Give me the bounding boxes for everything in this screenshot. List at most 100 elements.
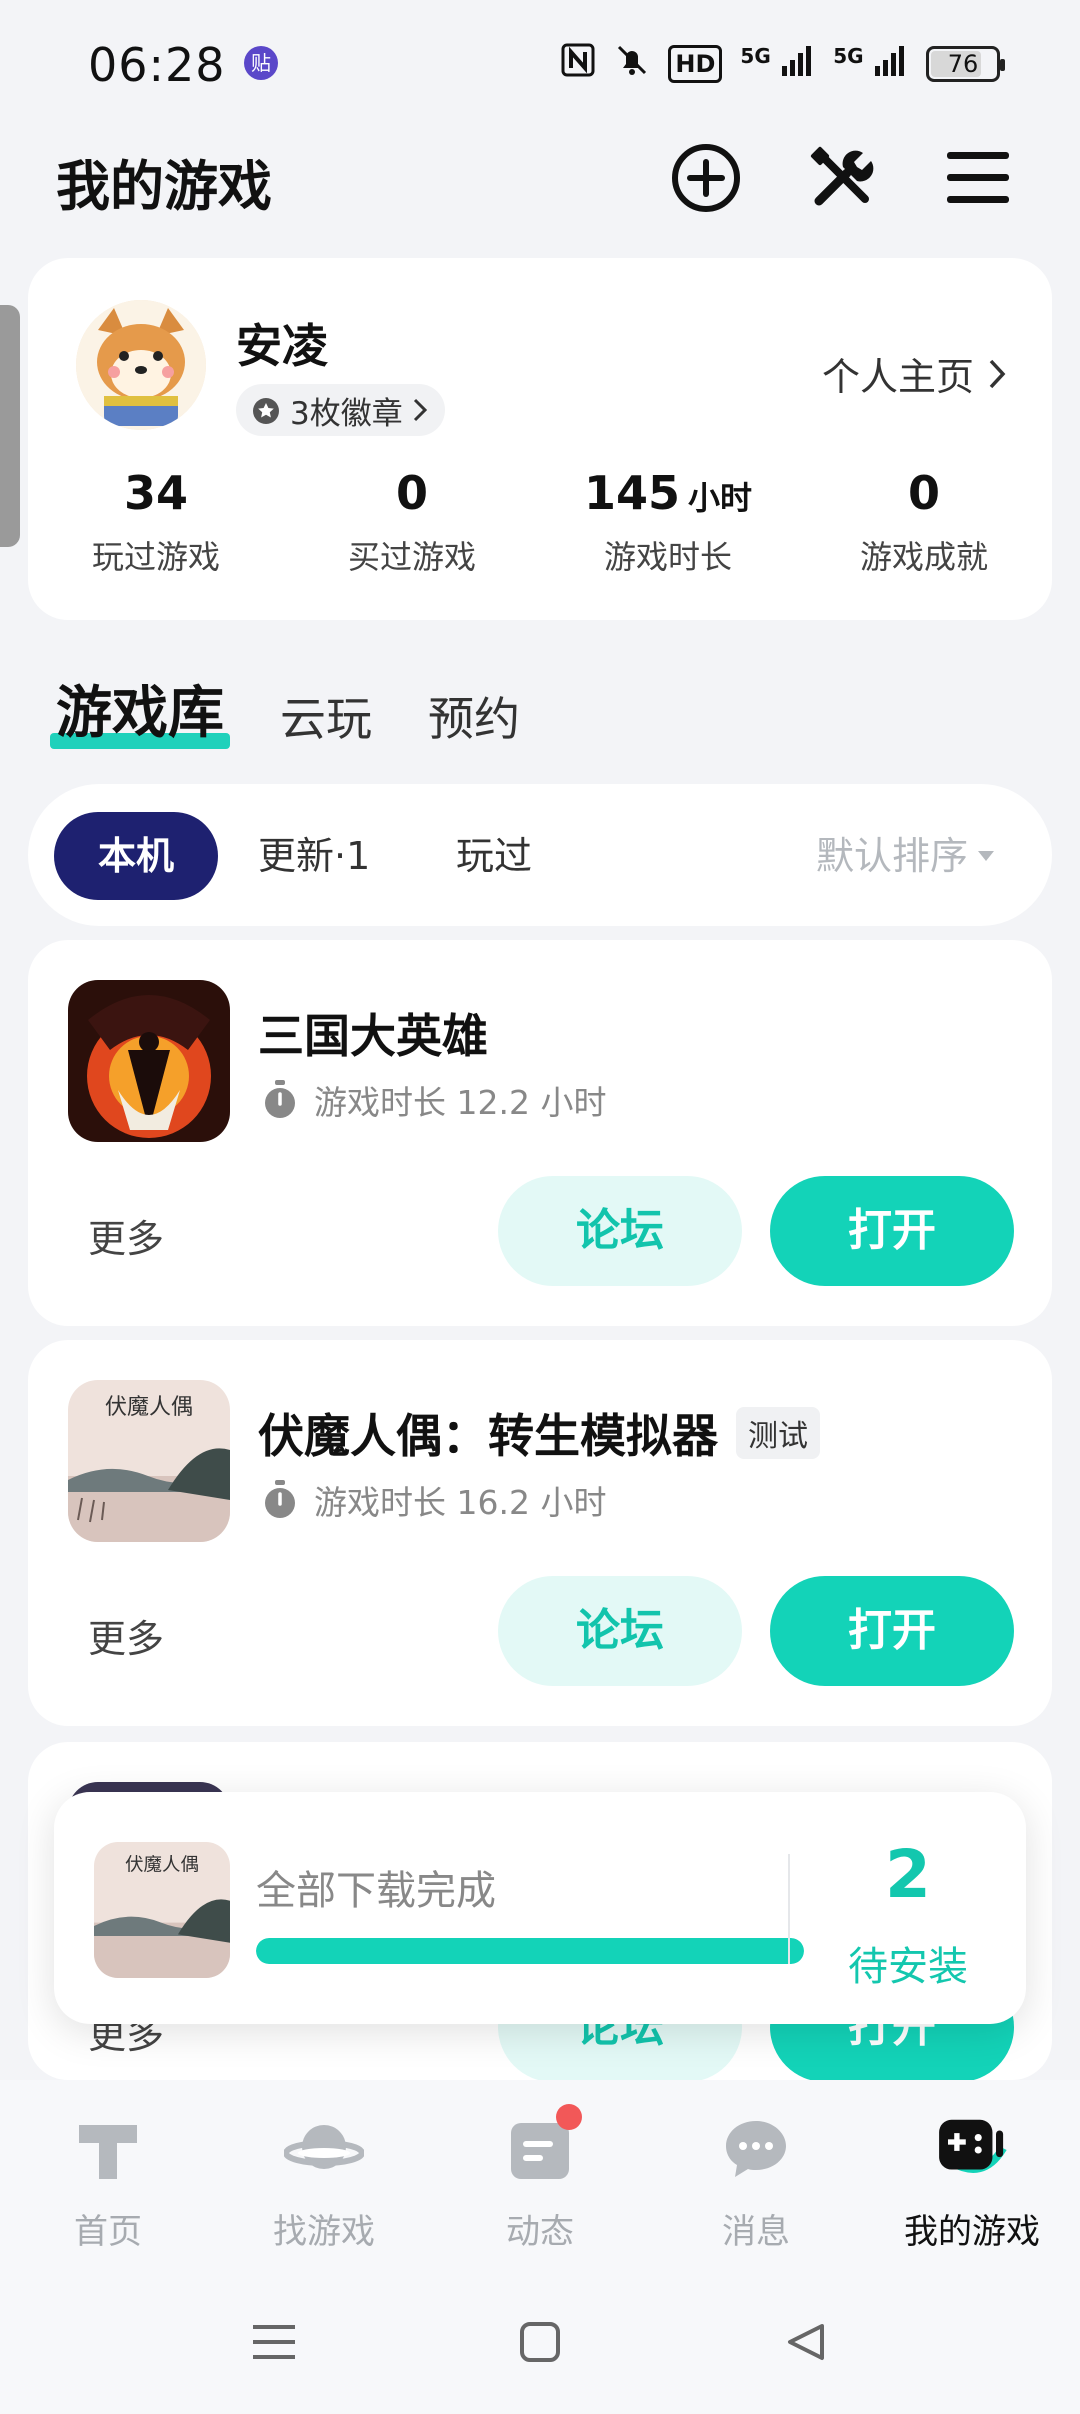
menu-button[interactable] xyxy=(938,138,1018,218)
homepage-link[interactable]: 个人主页 xyxy=(822,346,1008,401)
game-icon: 伏魔人偶 xyxy=(68,1380,230,1542)
test-tag: 测试 xyxy=(736,1407,820,1459)
more-button[interactable]: 更多 xyxy=(88,1608,164,1663)
status-time: 06:28 xyxy=(88,38,226,92)
network-label: 5G xyxy=(833,44,864,68)
recent-apps-button[interactable] xyxy=(242,2310,306,2374)
game-icon-text: 伏魔人偶 xyxy=(125,1855,199,1876)
page-title: 我的游戏 xyxy=(56,155,272,218)
badges-label: 3枚徽章 xyxy=(290,395,403,432)
stat-bought-games[interactable]: 0 买过游戏 xyxy=(284,466,540,578)
planet-icon xyxy=(284,2110,364,2190)
sort-dropdown[interactable]: 默认排序 xyxy=(816,812,994,900)
network-label: 5G xyxy=(740,44,771,68)
chat-icon xyxy=(716,2110,796,2190)
download-game-icon: 伏魔人偶 xyxy=(94,1842,230,1978)
stat-label: 玩过游戏 xyxy=(91,538,220,576)
filter-local[interactable]: 本机 xyxy=(54,812,218,900)
stopwatch-icon xyxy=(265,1080,295,1118)
stat-label: 游戏时长 xyxy=(603,538,732,576)
pending-install-label[interactable]: 待安装 xyxy=(790,1934,1026,1992)
game-title: 三国大英雄 xyxy=(258,1000,488,1066)
filter-updates[interactable]: 更新·1 xyxy=(258,812,370,900)
playtime-row: 游戏时长 16.2 小时 xyxy=(262,1476,606,1524)
stat-value: 34 xyxy=(123,466,188,520)
stat-label: 游戏成就 xyxy=(859,538,988,576)
square-home-icon xyxy=(520,2322,560,2362)
game-icon-text: 伏魔人偶 xyxy=(105,1395,193,1420)
tab-reservations[interactable]: 预约 xyxy=(428,683,520,749)
stat-unit: 小时 xyxy=(688,479,753,517)
stat-played-games[interactable]: 34 玩过游戏 xyxy=(28,466,284,578)
stat-value: 145 xyxy=(583,466,680,520)
bottom-nav: 首页 找游戏 动态 消息 我的游戏 xyxy=(0,2080,1080,2270)
nav-my-games[interactable]: 我的游戏 xyxy=(864,2080,1080,2270)
game-card[interactable]: 三国大英雄 游戏时长 12.2 小时 更多 论坛 打开 xyxy=(28,940,1052,1326)
nav-label: 消息 xyxy=(722,2212,790,2252)
side-drawer-handle[interactable] xyxy=(0,305,20,547)
home-system-button[interactable] xyxy=(508,2310,572,2374)
open-game-button[interactable]: 打开 xyxy=(770,1176,1014,1286)
main-tabs: 游戏库 云玩 预约 xyxy=(50,668,520,749)
sort-label: 默认排序 xyxy=(815,834,968,878)
nav-messages[interactable]: 消息 xyxy=(648,2080,864,2270)
notification-dot xyxy=(556,2104,582,2130)
nav-find-games[interactable]: 找游戏 xyxy=(216,2080,432,2270)
nav-label: 找游戏 xyxy=(273,2212,375,2252)
hd-icon: HD xyxy=(668,45,723,83)
back-system-button[interactable] xyxy=(774,2310,838,2374)
nav-label: 首页 xyxy=(74,2212,142,2252)
stat-value: 0 xyxy=(907,466,940,520)
gamepad-icon xyxy=(932,2110,1012,2190)
profile-card: 安凌 3枚徽章 个人主页 34 玩过游戏 0 买过游戏 145 小时 游戏时长 0… xyxy=(28,258,1052,620)
chevron-right-icon xyxy=(989,359,1006,388)
stat-play-time[interactable]: 145 小时 游戏时长 xyxy=(540,466,796,578)
more-button[interactable]: 更多 xyxy=(88,1208,164,1263)
home-icon xyxy=(68,2110,148,2190)
playtime-text: 游戏时长 16.2 小时 xyxy=(314,1483,607,1522)
tools-icon xyxy=(810,146,874,206)
avatar[interactable] xyxy=(76,300,206,430)
tab-library[interactable]: 游戏库 xyxy=(50,668,230,749)
open-game-button[interactable]: 打开 xyxy=(770,1576,1014,1686)
back-triangle-icon xyxy=(788,2324,824,2360)
filter-bar: 本机 更新·1 玩过 默认排序 xyxy=(28,784,1052,926)
mute-icon xyxy=(614,42,650,86)
stat-label: 买过游戏 xyxy=(347,538,476,576)
playtime-row: 游戏时长 12.2 小时 xyxy=(262,1076,606,1124)
add-icon xyxy=(672,144,740,212)
add-game-button[interactable] xyxy=(666,138,746,218)
download-status-popup[interactable]: 伏魔人偶 全部下载完成 2 待安装 xyxy=(54,1792,1026,2024)
notification-app-icon: 贴 xyxy=(244,46,278,80)
playtime-text: 游戏时长 12.2 小时 xyxy=(314,1083,607,1122)
game-name: 伏魔人偶：转生模拟器 xyxy=(258,1409,718,1463)
tools-button[interactable] xyxy=(802,138,882,218)
battery-icon: 76 xyxy=(926,46,1005,82)
nfc-icon xyxy=(560,42,596,86)
tab-cloud-play[interactable]: 云玩 xyxy=(280,683,372,749)
signal-5g-icon: 5G xyxy=(833,44,908,84)
status-icons: HD 5G 5G 76 xyxy=(560,42,1005,86)
game-title: 伏魔人偶：转生模拟器 测试 xyxy=(258,1400,820,1466)
recent-apps-icon xyxy=(253,2325,295,2359)
menu-icon xyxy=(947,152,1009,203)
profile-stats: 34 玩过游戏 0 买过游戏 145 小时 游戏时长 0 游戏成就 xyxy=(28,466,1052,578)
nav-feed[interactable]: 动态 xyxy=(432,2080,648,2270)
caret-down-icon xyxy=(978,851,994,861)
forum-button[interactable]: 论坛 xyxy=(498,1176,742,1286)
nav-label: 动态 xyxy=(506,2212,574,2252)
nav-label: 我的游戏 xyxy=(904,2212,1040,2252)
chevron-right-icon xyxy=(413,398,427,422)
download-status-text: 全部下载完成 xyxy=(256,1868,496,1914)
username: 安凌 xyxy=(236,319,328,373)
game-card[interactable]: 伏魔人偶 伏魔人偶：转生模拟器 测试 游戏时长 16.2 小时 更多 论坛 打开 xyxy=(28,1340,1052,1726)
filter-played[interactable]: 玩过 xyxy=(456,812,532,900)
nav-home[interactable]: 首页 xyxy=(0,2080,216,2270)
signal-5g-icon: 5G xyxy=(740,44,815,84)
stat-achievements[interactable]: 0 游戏成就 xyxy=(796,466,1052,578)
badges-button[interactable]: 3枚徽章 xyxy=(236,384,445,436)
forum-button[interactable]: 论坛 xyxy=(498,1576,742,1686)
system-nav-bar xyxy=(0,2270,1080,2414)
game-icon xyxy=(68,980,230,1142)
pending-install-count[interactable]: 2 xyxy=(790,1836,1026,1913)
